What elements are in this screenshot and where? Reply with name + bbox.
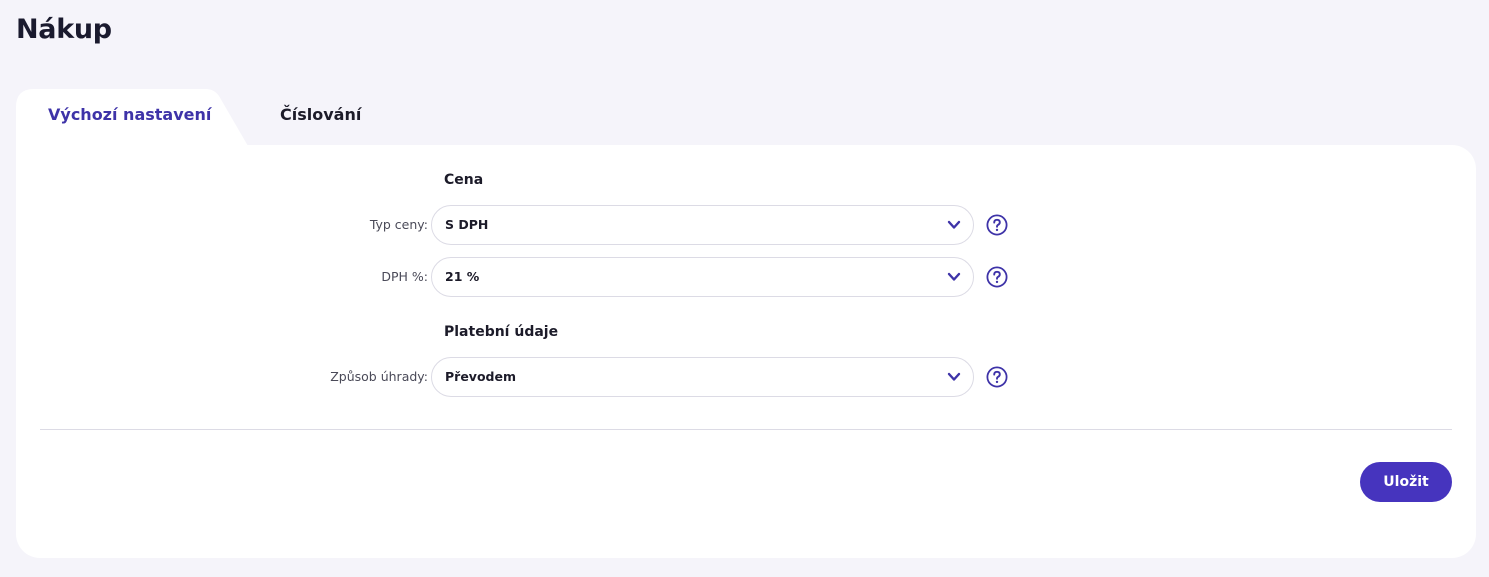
field-row-price-type: Typ ceny: S DPH [16,205,1016,245]
vat-select[interactable]: 21 % [431,257,974,297]
page-title: Nákup [16,14,112,45]
payment-method-label: Způsob úhrady: [330,369,428,384]
field-row-vat: DPH %: 21 % [16,257,1016,297]
section-title-payment: Platební údaje [444,324,559,340]
chevron-down-icon [947,220,961,229]
payment-method-select[interactable]: Převodem [431,357,974,397]
section-title-price: Cena [444,172,484,188]
tab-numbering[interactable]: Číslování [280,89,361,145]
price-type-value: S DPH [445,217,489,232]
price-type-select[interactable]: S DPH [431,205,974,245]
question-circle-icon[interactable] [986,214,1008,236]
save-button[interactable]: Uložit [1360,462,1452,502]
chevron-down-icon [947,372,961,381]
tab-default-settings[interactable]: Výchozí nastavení [48,89,211,145]
divider [40,429,1452,430]
chevron-down-icon [947,272,961,281]
price-type-label: Typ ceny: [369,217,428,232]
vat-value: 21 % [445,269,480,284]
settings-card: Cena Typ ceny: S DPH DPH %: 21 % Platebn… [16,145,1476,558]
question-circle-icon[interactable] [986,266,1008,288]
question-circle-icon[interactable] [986,366,1008,388]
payment-method-value: Převodem [445,369,516,384]
tab-bar: Výchozí nastavení Číslování [16,89,436,146]
vat-label: DPH %: [381,269,428,284]
field-row-payment-method: Způsob úhrady: Převodem [16,357,1016,397]
